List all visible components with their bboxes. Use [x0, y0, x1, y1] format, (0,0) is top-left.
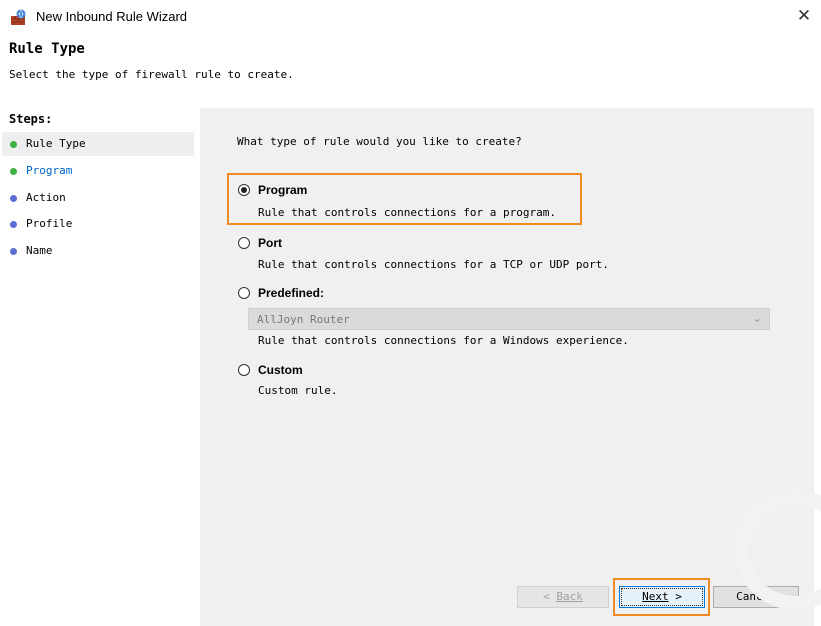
program-radio[interactable]	[238, 184, 250, 196]
page-subtitle: Select the type of firewall rule to crea…	[9, 68, 294, 81]
chevron-down-icon: ⌄	[751, 311, 762, 325]
rule-type-question: What type of rule would you like to crea…	[237, 135, 522, 148]
close-icon: ✕	[796, 6, 812, 25]
step-label: Name	[26, 244, 53, 257]
step-profile: Profile	[2, 212, 194, 236]
port-radio[interactable]	[238, 237, 250, 249]
custom-radio[interactable]	[238, 364, 250, 376]
close-button[interactable]: ✕	[793, 5, 815, 27]
program-option-title[interactable]: Program	[258, 183, 307, 197]
step-status-icon	[10, 168, 17, 175]
back-arrow-icon: <	[543, 590, 550, 603]
steps-heading: Steps:	[9, 112, 53, 126]
step-label: Program	[26, 164, 73, 177]
firewall-icon	[11, 9, 26, 25]
step-program: Program	[2, 159, 194, 183]
page-title: Rule Type	[9, 41, 85, 57]
predefined-radio[interactable]	[238, 287, 250, 299]
title-bar: New Inbound Rule Wizard ✕	[0, 0, 821, 34]
step-action: Action	[2, 186, 194, 210]
back-label: Back	[556, 590, 583, 603]
predefined-option-title[interactable]: Predefined:	[258, 286, 324, 300]
step-rule-type: Rule Type	[2, 132, 194, 156]
back-button[interactable]: < Back	[517, 586, 609, 608]
port-option-title[interactable]: Port	[258, 236, 282, 250]
custom-option-desc: Custom rule.	[258, 384, 338, 397]
predefined-select[interactable]: AllJoyn Router ⌄	[248, 308, 770, 330]
program-option-desc: Rule that controls connections for a pro…	[258, 206, 557, 219]
predefined-select-value: AllJoyn Router	[257, 313, 350, 326]
content-panel: What type of rule would you like to crea…	[200, 108, 814, 626]
step-name: Name	[2, 239, 194, 263]
predefined-option-desc: Rule that controls connections for a Win…	[258, 334, 629, 347]
step-status-icon	[10, 141, 17, 148]
custom-option-title[interactable]: Custom	[258, 363, 303, 377]
step-label: Profile	[26, 217, 73, 230]
step-status-icon	[10, 248, 17, 255]
step-status-icon	[10, 195, 17, 202]
step-label: Rule Type	[26, 137, 86, 150]
step-label: Action	[26, 191, 66, 204]
next-button[interactable]: Next >	[619, 586, 705, 608]
window-title: New Inbound Rule Wizard	[36, 9, 188, 24]
port-option-desc: Rule that controls connections for a TCP…	[258, 258, 609, 271]
step-status-icon	[10, 221, 17, 228]
